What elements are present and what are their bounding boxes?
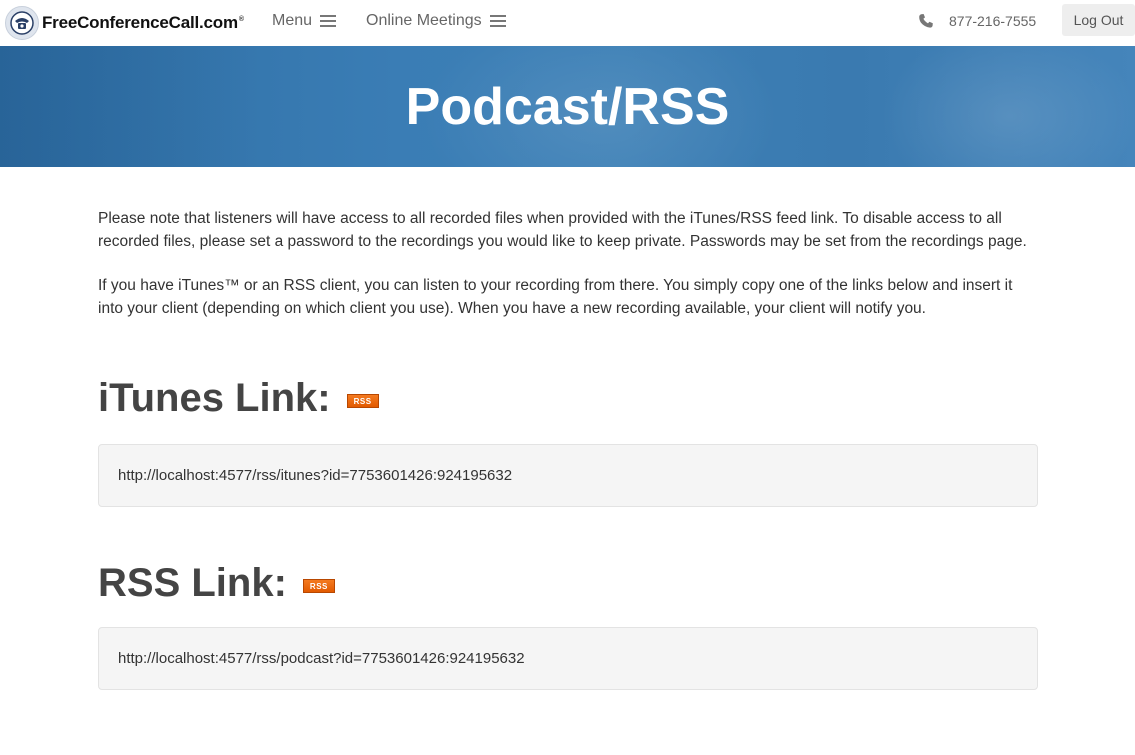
rss-badge-icon[interactable]: RSS [346, 394, 379, 408]
top-navigation-bar: FreeConferenceCall.com® Menu Online Meet… [0, 0, 1135, 46]
logo-text: FreeConferenceCall.com® [42, 13, 244, 32]
itunes-heading: iTunes Link: [98, 375, 331, 420]
online-meetings-dropdown[interactable]: Online Meetings [366, 0, 506, 42]
hamburger-icon [320, 15, 337, 27]
main-content: Please note that listeners will have acc… [98, 207, 1038, 690]
itunes-section-heading: iTunes Link: RSS [98, 372, 1038, 424]
rss-badge-icon[interactable]: RSS [302, 579, 335, 593]
itunes-link-url[interactable]: http://localhost:4577/rss/itunes?id=7753… [118, 467, 512, 484]
menu-dropdown[interactable]: Menu [272, 0, 337, 42]
logout-button[interactable]: Log Out [1062, 4, 1135, 36]
rss-section-heading: RSS Link: RSS [98, 557, 1038, 609]
page-title: Podcast/RSS [405, 77, 730, 136]
instructions-paragraph: If you have iTunes™ or an RSS client, yo… [98, 277, 1013, 317]
page-banner: Podcast/RSS [0, 46, 1135, 167]
itunes-link-field[interactable]: http://localhost:4577/rss/itunes?id=7753… [98, 444, 1038, 507]
phone-icon [919, 14, 933, 28]
hamburger-icon [489, 15, 506, 27]
menu-label: Menu [272, 12, 313, 29]
online-meetings-label: Online Meetings [366, 12, 482, 29]
rss-heading: RSS Link: [98, 560, 287, 605]
telephone-logo-icon [5, 6, 39, 40]
logo-registered-mark: ® [238, 16, 244, 24]
rss-link-field[interactable]: http://localhost:4577/rss/podcast?id=775… [98, 627, 1038, 690]
privacy-note-paragraph: Please note that listeners will have acc… [98, 210, 1027, 250]
site-logo[interactable]: FreeConferenceCall.com® [5, 5, 244, 41]
phone-number: 877-216-7555 [949, 13, 1037, 29]
phone-contact[interactable]: 877-216-7555 [918, 0, 1036, 42]
rss-link-url[interactable]: http://localhost:4577/rss/podcast?id=775… [118, 650, 525, 667]
